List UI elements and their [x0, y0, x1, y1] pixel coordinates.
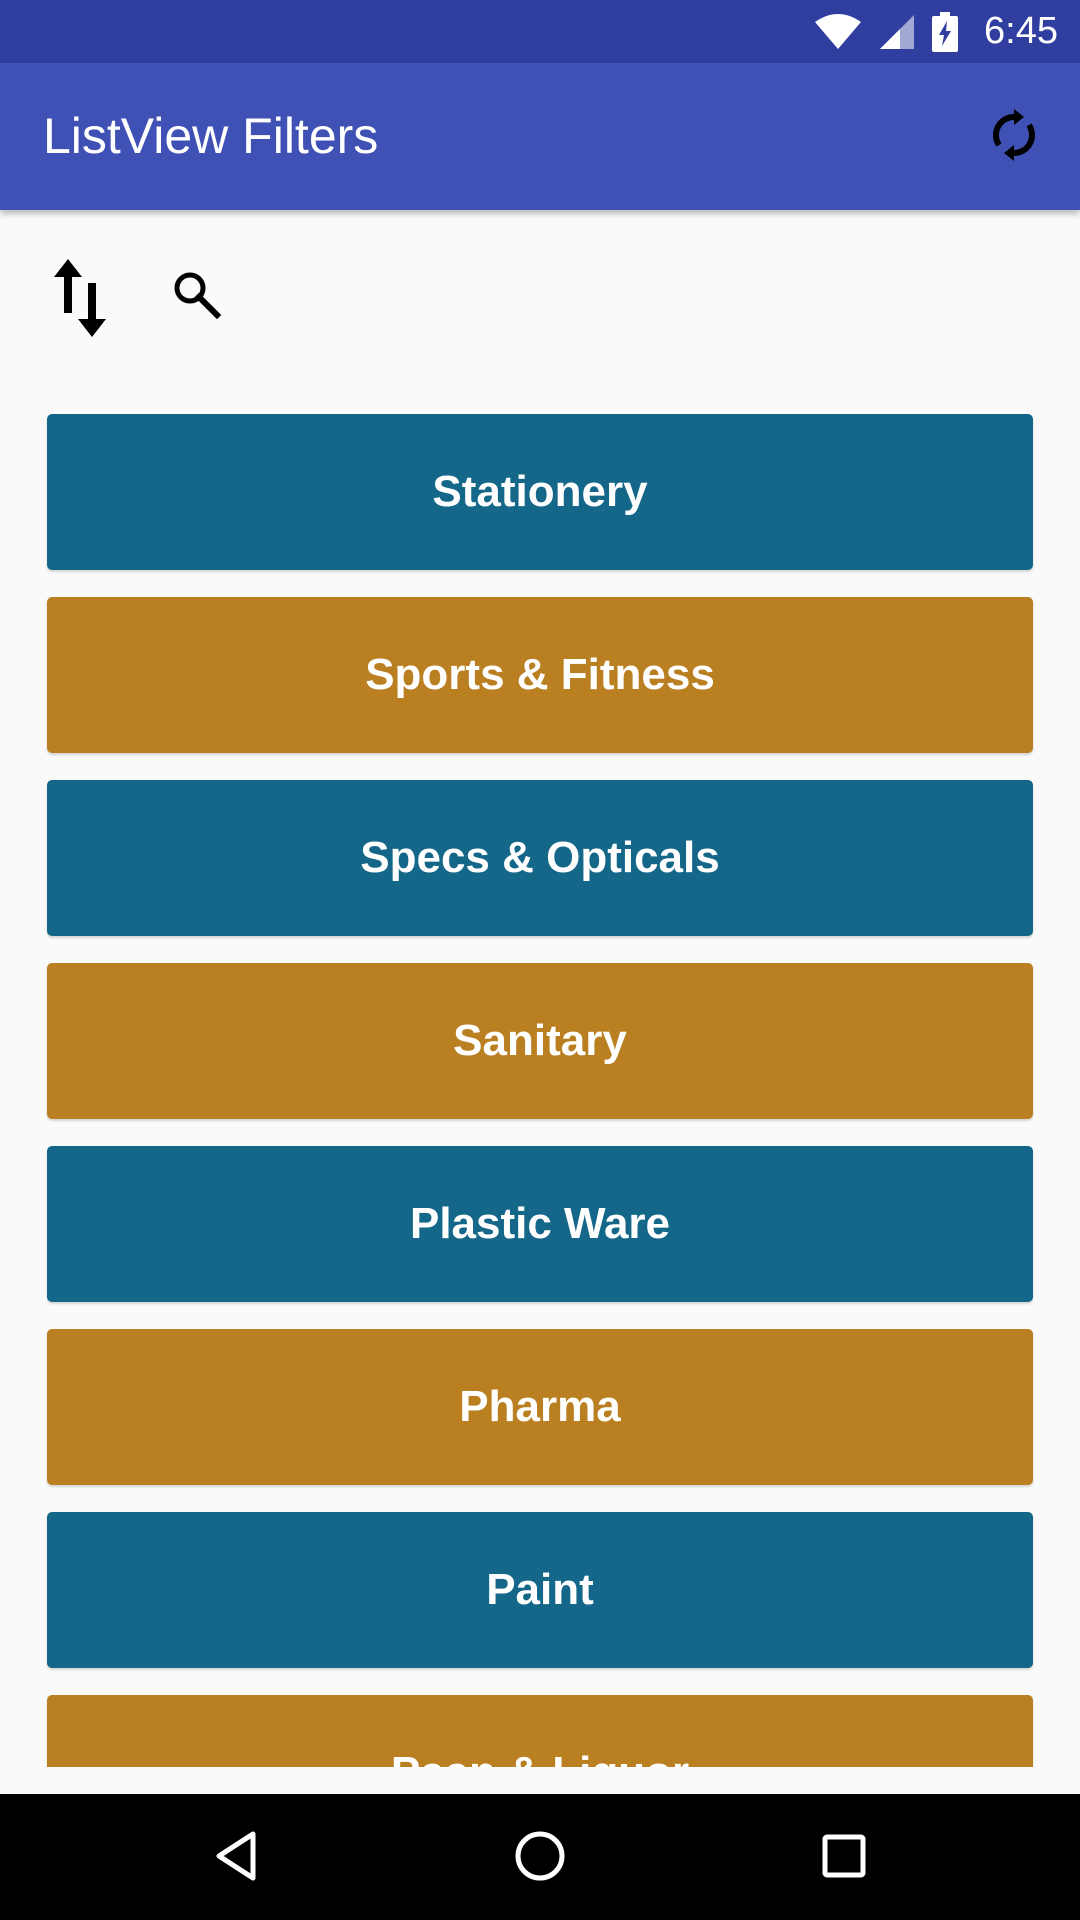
signal-icon: [878, 13, 916, 51]
category-item-specs-opticals[interactable]: Specs & Opticals: [47, 780, 1033, 936]
category-item-sanitary[interactable]: Sanitary: [47, 963, 1033, 1119]
filter-toolbar: [0, 236, 1080, 356]
category-item-paint[interactable]: Paint: [47, 1512, 1033, 1668]
refresh-button[interactable]: [978, 101, 1050, 173]
category-label: Pharma: [459, 1382, 621, 1431]
category-label: Sanitary: [453, 1016, 627, 1065]
status-time: 6:45: [984, 10, 1058, 52]
battery-charging-icon: [932, 11, 959, 52]
sort-button[interactable]: [40, 252, 120, 348]
recents-button[interactable]: [808, 1822, 880, 1894]
sort-icon: [50, 255, 110, 346]
category-label: Specs & Opticals: [360, 833, 720, 882]
back-icon: [213, 1830, 259, 1887]
search-button[interactable]: [160, 260, 232, 332]
category-item-plastic-ware[interactable]: Plastic Ware: [47, 1146, 1033, 1302]
category-item-pharma[interactable]: Pharma: [47, 1329, 1033, 1485]
home-button[interactable]: [504, 1822, 576, 1894]
search-icon: [171, 269, 222, 324]
category-label: Paan & Liquor: [391, 1748, 689, 1767]
category-label: Paint: [486, 1565, 594, 1614]
back-button[interactable]: [200, 1822, 272, 1894]
category-item-stationery[interactable]: Stationery: [47, 414, 1033, 570]
category-label: Sports & Fitness: [365, 650, 715, 699]
category-label: Stationery: [432, 467, 648, 516]
app-bar: ListView Filters: [0, 63, 1080, 210]
category-list[interactable]: Stationery Sports & Fitness Specs & Opti…: [0, 414, 1080, 1767]
recents-icon: [821, 1833, 867, 1884]
status-icons: 6:45: [814, 0, 1058, 63]
category-item-paan-liquor[interactable]: Paan & Liquor: [47, 1695, 1033, 1767]
status-bar: 6:45: [0, 0, 1080, 63]
app-title: ListView Filters: [43, 108, 379, 164]
category-label: Plastic Ware: [409, 1199, 671, 1248]
navigation-bar: [0, 1794, 1080, 1920]
refresh-icon: [989, 107, 1039, 168]
home-icon: [514, 1830, 566, 1887]
wifi-icon: [814, 13, 862, 50]
category-item-sports-fitness[interactable]: Sports & Fitness: [47, 597, 1033, 753]
